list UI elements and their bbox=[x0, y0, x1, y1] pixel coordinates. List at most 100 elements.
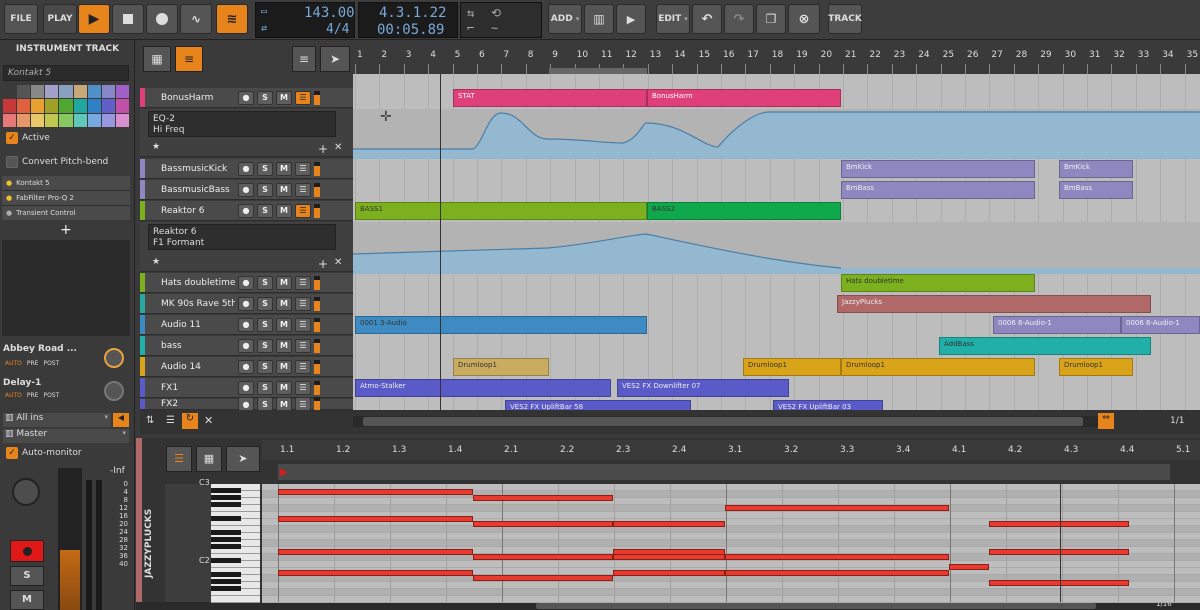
record-arm-button[interactable]: ● bbox=[238, 203, 254, 218]
automation-track-header[interactable]: EQ-2 Hi Freq + ✕ ★ bbox=[140, 109, 353, 157]
mute-button[interactable]: M bbox=[276, 397, 292, 411]
record-arm-button[interactable] bbox=[10, 540, 44, 562]
active-toggle[interactable]: ✓ Active bbox=[2, 129, 130, 147]
solo-button[interactable]: S bbox=[10, 566, 44, 586]
track-name[interactable]: bass bbox=[145, 341, 235, 351]
solo-button[interactable]: S bbox=[257, 380, 273, 395]
record-button[interactable] bbox=[146, 4, 178, 34]
tempo-display[interactable]: ▭ ⇄ 143.00 4/4 bbox=[255, 2, 355, 38]
automation-write-button[interactable]: ∿ bbox=[180, 4, 212, 34]
play-menu-button[interactable]: PLAY bbox=[43, 4, 77, 34]
mute-button[interactable]: M bbox=[276, 338, 292, 353]
midi-note[interactable] bbox=[473, 521, 613, 527]
clip[interactable]: Atmo-Stalker bbox=[355, 379, 611, 397]
clip[interactable]: Hats doubletime bbox=[841, 274, 1035, 292]
clip[interactable]: 0006 6-Audio-1 bbox=[993, 316, 1121, 334]
mute-button[interactable]: M bbox=[276, 275, 292, 290]
midi-note[interactable] bbox=[725, 554, 949, 560]
track-menu-button[interactable]: TRACK bbox=[828, 4, 862, 34]
track-header[interactable]: MK 90s Rave 5th ● S M ☰ bbox=[140, 294, 353, 314]
midi-note[interactable] bbox=[725, 570, 949, 576]
send-1-mode[interactable]: AUTO PRE POST bbox=[5, 360, 59, 367]
output-selector[interactable]: ▥ Master ▾ bbox=[3, 429, 129, 443]
close-icon[interactable]: ✕ bbox=[334, 257, 342, 268]
send-1-knob[interactable] bbox=[104, 348, 124, 368]
monitor-button[interactable]: ☰ bbox=[295, 380, 311, 395]
toggle-inspector-icon[interactable]: ⇅ bbox=[146, 415, 154, 426]
clip[interactable]: Drumloop1 bbox=[1059, 358, 1133, 376]
undo-button[interactable]: ↶ bbox=[692, 4, 722, 34]
solo-button[interactable]: S bbox=[257, 275, 273, 290]
automation-track-header[interactable]: Reaktor 6 F1 Formant + ✕ ★ bbox=[140, 222, 353, 272]
monitor-button[interactable]: ☰ bbox=[295, 397, 311, 411]
midi-note[interactable] bbox=[613, 521, 725, 527]
automation-parameter-selector[interactable]: EQ-2 Hi Freq bbox=[148, 111, 336, 137]
record-arm-button[interactable]: ● bbox=[238, 380, 254, 395]
mute-button[interactable]: M bbox=[276, 317, 292, 332]
clip[interactable]: 0006 6-Audio-1 bbox=[1121, 316, 1200, 334]
duplicate-button[interactable]: ❐ bbox=[756, 4, 786, 34]
arrangement-lanes[interactable]: ✛ STAT BonusHarm BmKick BmKick BmBass Bm… bbox=[353, 74, 1200, 410]
groove-icon[interactable]: ⇆ bbox=[467, 6, 474, 20]
track-name[interactable]: Audio 11 bbox=[145, 320, 235, 330]
automation-parameter-selector[interactable]: Reaktor 6 F1 Formant bbox=[148, 224, 336, 250]
clip[interactable]: STAT bbox=[453, 89, 647, 107]
favorite-icon[interactable]: ★ bbox=[152, 257, 160, 267]
track-name[interactable]: Audio 14 bbox=[145, 362, 235, 372]
pointer-tool-button[interactable]: ➤ bbox=[226, 446, 260, 472]
clip[interactable]: BASS2 bbox=[647, 202, 841, 220]
piano-black-key[interactable] bbox=[211, 530, 241, 535]
clip[interactable]: JazzyPlucks bbox=[837, 295, 1151, 313]
solo-button[interactable]: S bbox=[257, 338, 273, 353]
track-name[interactable]: BassmusicKick bbox=[145, 164, 235, 174]
track-name[interactable]: Hats doubletime bbox=[145, 278, 235, 288]
track-name[interactable]: BonusHarm bbox=[145, 93, 235, 103]
track-list-button[interactable]: ≡ bbox=[292, 46, 316, 72]
clip-launcher-button[interactable]: ▦ bbox=[143, 46, 171, 72]
piano-black-key[interactable] bbox=[211, 558, 241, 563]
clip[interactable]: VES2 FX UpliftBar 58 bbox=[505, 400, 691, 410]
piano-black-key[interactable] bbox=[211, 502, 241, 507]
track-header[interactable]: Audio 14 ● S M ☰ bbox=[140, 357, 353, 377]
shuffle-icon[interactable]: ⟲ bbox=[491, 6, 501, 20]
monitor-button[interactable]: ☰ bbox=[295, 182, 311, 197]
track-name[interactable]: MK 90s Rave 5th bbox=[145, 299, 235, 309]
add-automation-icon[interactable]: + bbox=[318, 257, 328, 271]
tempo-value[interactable]: 143.00 bbox=[304, 5, 355, 21]
monitor-button[interactable]: ☰ bbox=[295, 203, 311, 218]
monitor-button[interactable]: ☰ bbox=[295, 161, 311, 176]
midi-note[interactable] bbox=[989, 580, 1129, 586]
input-selector[interactable]: ▥ All ins ▾ bbox=[3, 413, 111, 427]
mute-button[interactable]: M bbox=[276, 296, 292, 311]
track-name[interactable]: BassmusicBass bbox=[145, 185, 235, 195]
redo-button[interactable]: ↷ bbox=[724, 4, 754, 34]
piano-black-key[interactable] bbox=[211, 572, 241, 577]
pointer-tool-button[interactable]: ➤ bbox=[320, 46, 350, 72]
solo-button[interactable]: S bbox=[257, 359, 273, 374]
track-header[interactable]: bass ● S M ☰ bbox=[140, 336, 353, 356]
editor-scrollbar[interactable] bbox=[536, 603, 1096, 609]
monitor-button[interactable]: ☰ bbox=[295, 275, 311, 290]
midi-note[interactable] bbox=[613, 570, 725, 576]
clip[interactable]: BmKick bbox=[841, 160, 1035, 178]
track-header[interactable]: Audio 11 ● S M ☰ bbox=[140, 315, 353, 335]
piano-black-key[interactable] bbox=[211, 495, 241, 500]
piano-black-key[interactable] bbox=[211, 516, 241, 521]
arranger-view-button[interactable]: ≡ bbox=[175, 46, 203, 72]
midi-note[interactable] bbox=[278, 489, 473, 495]
clip[interactable]: BASS1 bbox=[355, 202, 647, 220]
solo-button[interactable]: S bbox=[257, 397, 273, 411]
midi-note[interactable] bbox=[473, 554, 613, 560]
record-arm-button[interactable]: ● bbox=[238, 182, 254, 197]
midi-note[interactable] bbox=[949, 564, 989, 570]
accent-icon[interactable]: ∼ bbox=[491, 21, 498, 35]
clip[interactable]: 0001 3-Audio bbox=[355, 316, 647, 334]
midi-note[interactable] bbox=[989, 521, 1129, 527]
device-chain-item[interactable]: ● FabFilter Pro-Q 2 bbox=[2, 191, 130, 205]
automation-curve-reaktor[interactable] bbox=[353, 222, 1200, 274]
monitor-button[interactable]: ◀ bbox=[113, 413, 129, 427]
piano-black-key[interactable] bbox=[211, 579, 241, 584]
track-header[interactable]: BonusHarm ● S M ☰ bbox=[140, 88, 353, 108]
track-header[interactable]: BassmusicBass ● S M ☰ bbox=[140, 180, 353, 200]
piano-keyboard[interactable] bbox=[211, 484, 260, 603]
